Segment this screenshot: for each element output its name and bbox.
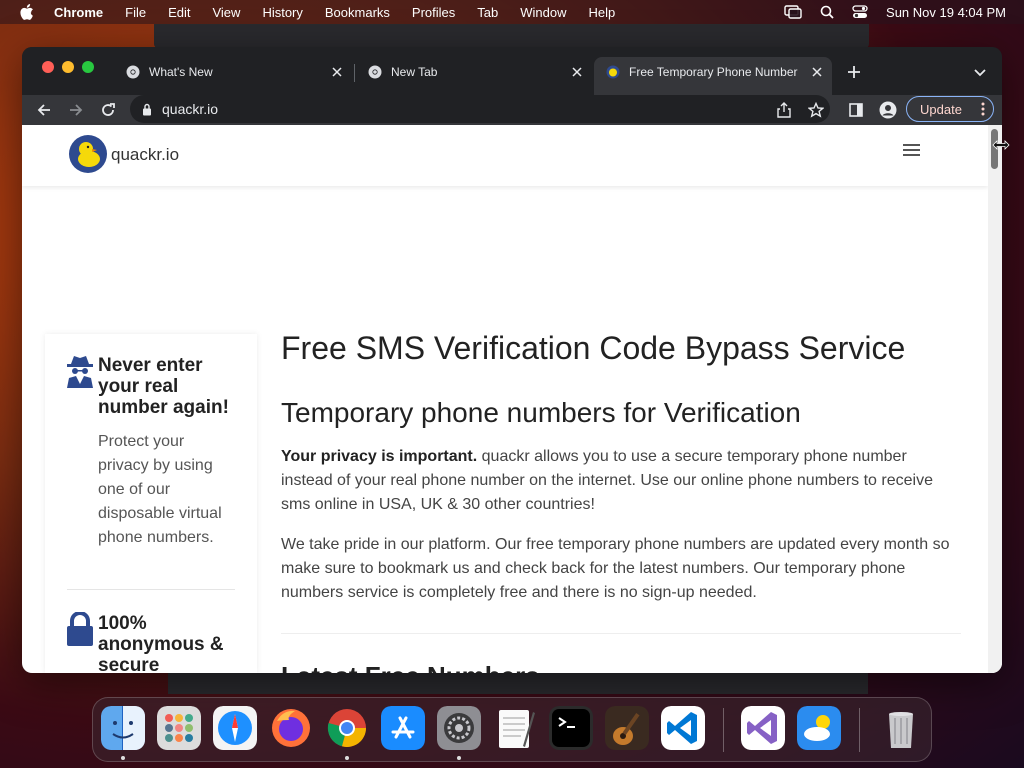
new-tab-button[interactable]: [844, 62, 864, 82]
app-store-icon[interactable]: [381, 706, 425, 750]
apple-menu-icon[interactable]: [20, 4, 34, 20]
page-title: Free SMS Verification Code Bypass Servic…: [281, 330, 906, 366]
url-text[interactable]: quackr.io: [162, 101, 218, 117]
launchpad-icon[interactable]: [157, 706, 201, 750]
intro-emphasis: Your privacy is important.: [281, 448, 478, 465]
dock-separator: [859, 708, 860, 752]
feature-text: Protect your privacy by using one of our…: [98, 433, 222, 546]
hamburger-menu-icon[interactable]: [903, 144, 921, 158]
back-button[interactable]: [32, 98, 56, 122]
control-center-icon[interactable]: [852, 5, 868, 19]
tab-title: Free Temporary Phone Number: [629, 65, 798, 79]
chrome-icon: [126, 65, 140, 79]
lock-icon[interactable]: [142, 103, 152, 116]
dock: [92, 697, 932, 762]
more-menu-icon[interactable]: [981, 101, 985, 117]
feature-title: 100% anonymous & secure: [98, 613, 224, 673]
menu-window[interactable]: Window: [520, 5, 566, 20]
system-settings-icon[interactable]: [437, 706, 481, 750]
trash-icon[interactable]: [879, 706, 923, 750]
forward-button[interactable]: [64, 98, 88, 122]
tab-separator: [354, 64, 355, 82]
scrollbar-track[interactable]: [988, 125, 1002, 673]
latest-numbers-heading: Latest Free Numbers: [281, 661, 540, 673]
chrome-icon: [368, 65, 382, 79]
feature-divider: [67, 589, 235, 590]
window-minimize-button[interactable]: [62, 61, 74, 73]
reload-button[interactable]: [96, 98, 120, 122]
menu-tab[interactable]: Tab: [477, 5, 498, 20]
update-chrome-button[interactable]: Update: [906, 96, 994, 122]
menu-edit[interactable]: Edit: [168, 5, 190, 20]
window-close-button[interactable]: [42, 61, 54, 73]
tab-close-icon[interactable]: [808, 63, 826, 81]
tab-title: What's New: [149, 65, 213, 79]
page-subtitle: Temporary phone numbers for Verification: [281, 397, 801, 428]
tab-title: New Tab: [391, 65, 438, 79]
share-button[interactable]: [772, 98, 796, 122]
pride-paragraph: We take pride in our platform. Our free …: [281, 536, 950, 601]
tab-strip: What's New New Tab Free Temporary Phone …: [22, 47, 1002, 95]
update-label: Update: [920, 101, 962, 117]
profile-avatar-icon[interactable]: [876, 98, 900, 122]
spy-icon: [67, 356, 93, 388]
lock-icon: [67, 612, 93, 646]
textedit-icon[interactable]: [493, 706, 537, 750]
running-indicator: [457, 756, 461, 760]
chrome-icon[interactable]: [325, 706, 369, 750]
quackr-duck-logo-icon[interactable]: [68, 134, 108, 174]
quackr-favicon: [606, 65, 620, 79]
weather-icon[interactable]: [797, 706, 841, 750]
window-zoom-button[interactable]: [82, 61, 94, 73]
section-divider: [281, 633, 961, 634]
menu-help[interactable]: Help: [589, 5, 616, 20]
tab-search-chevron-icon[interactable]: [972, 64, 988, 80]
menu-file[interactable]: File: [125, 5, 146, 20]
feature-title: Never enter your real number again!: [98, 355, 229, 418]
menu-app-name[interactable]: Chrome: [54, 5, 103, 20]
toolbar: quackr.io Update: [22, 95, 1002, 125]
background-window: [154, 24, 869, 48]
tab-quackr[interactable]: Free Temporary Phone Number: [594, 57, 832, 95]
web-page: quackr.io Never enter your real number a…: [22, 125, 1002, 673]
garageband-icon[interactable]: [605, 706, 649, 750]
menu-profiles[interactable]: Profiles: [412, 5, 455, 20]
menu-history[interactable]: History: [262, 5, 302, 20]
tab-new-tab[interactable]: New Tab: [356, 57, 592, 87]
safari-icon[interactable]: [213, 706, 257, 750]
finder-icon[interactable]: [101, 706, 145, 750]
tab-close-icon[interactable]: [328, 63, 346, 81]
tab-whats-new[interactable]: What's New: [114, 57, 352, 87]
terminal-icon[interactable]: [549, 706, 593, 750]
menu-clock[interactable]: Sun Nov 19 4:04 PM: [886, 5, 1006, 20]
menu-bar: Chrome File Edit View History Bookmarks …: [0, 0, 1024, 24]
screen-mirroring-icon[interactable]: [784, 5, 802, 19]
site-header: quackr.io: [22, 125, 988, 186]
running-indicator: [345, 756, 349, 760]
spotlight-search-icon[interactable]: [820, 5, 834, 19]
vscode-icon[interactable]: [661, 706, 705, 750]
tab-close-icon[interactable]: [568, 63, 586, 81]
resize-cursor-icon: [992, 140, 1010, 150]
menu-view[interactable]: View: [212, 5, 240, 20]
browser-window: What's New New Tab Free Temporary Phone …: [22, 47, 1002, 673]
firefox-icon[interactable]: [269, 706, 313, 750]
bookmark-star-icon[interactable]: [804, 98, 828, 122]
address-bar[interactable]: quackr.io: [130, 95, 830, 123]
menu-bookmarks[interactable]: Bookmarks: [325, 5, 390, 20]
visual-studio-icon[interactable]: [741, 706, 785, 750]
intro-paragraph: Your privacy is important. quackr allows…: [281, 445, 951, 517]
site-logo-text[interactable]: quackr.io: [111, 145, 179, 165]
dock-separator: [723, 708, 724, 752]
side-panel-icon[interactable]: [844, 98, 868, 122]
running-indicator: [121, 756, 125, 760]
